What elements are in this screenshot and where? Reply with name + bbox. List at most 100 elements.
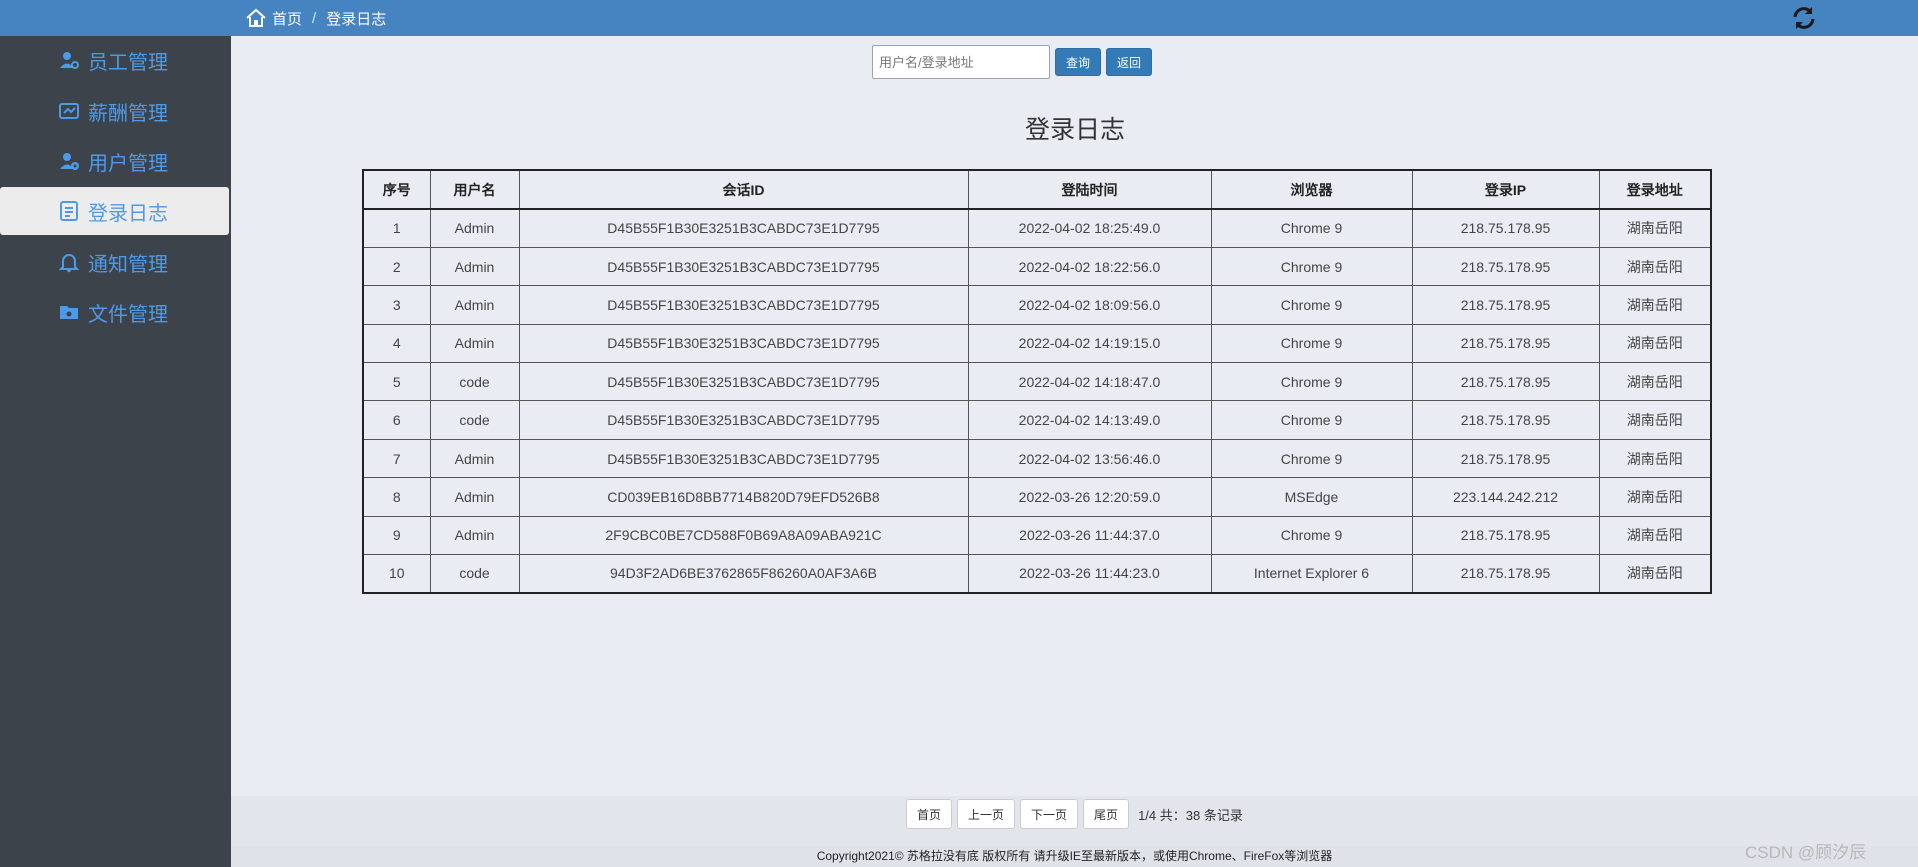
table-cell: Chrome 9 <box>1210 285 1413 325</box>
table-cell: Admin <box>429 438 520 479</box>
table-cell: Chrome 9 <box>1210 515 1413 556</box>
table-cell: 218.75.178.95 <box>1411 400 1600 440</box>
watermark: CSDN @顾汐辰 <box>1745 843 1867 862</box>
next-page-button[interactable]: 下一页 <box>1020 799 1079 829</box>
home-icon[interactable] <box>245 8 267 28</box>
refresh-icon[interactable] <box>1790 4 1818 32</box>
table-cell: 湖南岳阳 <box>1598 362 1712 402</box>
table-cell: Admin <box>429 477 520 517</box>
table-cell: 2 <box>362 246 431 287</box>
table-cell: 10 <box>362 554 431 594</box>
table-cell: D45B55F1B30E3251B3CABDC73E1D7795 <box>518 246 969 287</box>
back-button[interactable]: 返回 <box>1106 48 1153 76</box>
table-cell: Chrome 9 <box>1210 323 1413 364</box>
sidebar-item-employee[interactable]: 员工管理 <box>0 36 229 84</box>
pagination: 首页 上一页 下一页 尾页 1/4 共：38 条记录 <box>906 799 1243 829</box>
sidebar-item-label: 薪酬管理 <box>88 102 168 125</box>
table-row: 4 Admin D45B55F1B30E3251B3CABDC73E1D7795 20… <box>362 323 1712 364</box>
table-cell: code <box>429 554 520 594</box>
table-header-row: 序号 用户名 会话ID 登陆时间 浏览器 登录IP 登录地址 <box>362 169 1712 210</box>
table-cell: 218.75.178.95 <box>1411 285 1600 325</box>
sidebar-item-label: 登录日志 <box>88 202 168 225</box>
table-row: 3 Admin D45B55F1B30E3251B3CABDC73E1D7795 20… <box>362 285 1712 325</box>
user-manage-icon <box>58 150 80 172</box>
table-cell: 218.75.178.95 <box>1411 362 1600 402</box>
column-header: 登录IP <box>1411 169 1600 210</box>
table-cell: 9 <box>362 515 431 556</box>
table-cell: 湖南岳阳 <box>1598 400 1712 440</box>
table-cell: MSEdge <box>1210 477 1413 517</box>
column-header: 序号 <box>362 169 431 210</box>
sidebar-item-label: 通知管理 <box>88 253 168 276</box>
sidebar: 员工管理 薪酬管理 用户管理 登录日志 通知管理 文件管理 <box>0 36 231 867</box>
folder-icon <box>58 301 80 323</box>
table-cell: Internet Explorer 6 <box>1210 554 1413 594</box>
table-row: 10 code 94D3F2AD6BE3762865F86260A0AF3A6B 20… <box>362 554 1712 594</box>
table-cell: 218.75.178.95 <box>1411 208 1600 248</box>
table-row: 6 code D45B55F1B30E3251B3CABDC73E1D7795 202… <box>362 400 1712 440</box>
table-row: 5 code D45B55F1B30E3251B3CABDC73E1D7795 202… <box>362 362 1712 402</box>
table-cell: CD039EB16D8BB7714B820D79EFD526B8 <box>518 477 969 517</box>
table-cell: 湖南岳阳 <box>1598 323 1712 364</box>
table-cell: 2022-03-26 12:20:59.0 <box>967 477 1212 517</box>
table-cell: Admin <box>429 285 520 325</box>
table-cell: 1 <box>362 208 431 248</box>
table-cell: 94D3F2AD6BE3762865F86260A0AF3A6B <box>518 554 969 594</box>
table-cell: Admin <box>429 323 520 364</box>
breadcrumb-home-link[interactable]: 首页 <box>272 8 302 29</box>
table-cell: 5 <box>362 362 431 402</box>
sidebar-item-salary[interactable]: 薪酬管理 <box>0 87 229 135</box>
table-cell: 2022-04-02 18:25:49.0 <box>967 208 1212 248</box>
sidebar-item-notice[interactable]: 通知管理 <box>0 238 229 286</box>
column-header: 登陆时间 <box>967 169 1212 210</box>
table-cell: 218.75.178.95 <box>1411 323 1600 364</box>
table-cell: Chrome 9 <box>1210 362 1413 402</box>
last-page-button[interactable]: 尾页 <box>1083 799 1130 829</box>
log-icon <box>58 200 80 222</box>
table-cell: 2022-04-02 18:22:56.0 <box>967 246 1212 287</box>
bell-icon <box>58 251 80 273</box>
table-cell: 2022-03-26 11:44:37.0 <box>967 515 1212 556</box>
table-row: 9 Admin 2F9CBC0BE7CD588F0B69A8A09ABA921C 20… <box>362 515 1712 556</box>
table-cell: D45B55F1B30E3251B3CABDC73E1D7795 <box>518 323 969 364</box>
first-page-button[interactable]: 首页 <box>906 799 953 829</box>
table-cell: code <box>429 400 520 440</box>
table-cell: 2022-03-26 11:44:23.0 <box>967 554 1212 594</box>
table-cell: 2022-04-02 13:56:46.0 <box>967 438 1212 479</box>
table-cell: 湖南岳阳 <box>1598 285 1712 325</box>
table-cell: 8 <box>362 477 431 517</box>
query-button[interactable]: 查询 <box>1055 48 1102 76</box>
table-cell: D45B55F1B30E3251B3CABDC73E1D7795 <box>518 208 969 248</box>
table-row: 2 Admin D45B55F1B30E3251B3CABDC73E1D7795 20… <box>362 246 1712 287</box>
search-input[interactable] <box>872 45 1050 79</box>
table-cell: Admin <box>429 246 520 287</box>
table-cell: 2022-04-02 14:19:15.0 <box>967 323 1212 364</box>
table-cell: 4 <box>362 323 431 364</box>
sidebar-item-login-log[interactable]: 登录日志 <box>0 187 229 235</box>
table-cell: 湖南岳阳 <box>1598 246 1712 287</box>
table-cell: 湖南岳阳 <box>1598 477 1712 517</box>
table-cell: D45B55F1B30E3251B3CABDC73E1D7795 <box>518 285 969 325</box>
table-cell: 2022-04-02 18:09:56.0 <box>967 285 1212 325</box>
table-cell: 6 <box>362 400 431 440</box>
table-cell: Chrome 9 <box>1210 246 1413 287</box>
sidebar-item-user-manage[interactable]: 用户管理 <box>0 137 229 185</box>
table-cell: 2F9CBC0BE7CD588F0B69A8A09ABA921C <box>518 515 969 556</box>
login-log-table: 序号 用户名 会话ID 登陆时间 浏览器 登录IP 登录地址 1 Admin D45… <box>362 169 1712 594</box>
table-cell: code <box>429 362 520 402</box>
prev-page-button[interactable]: 上一页 <box>957 799 1016 829</box>
sidebar-item-file[interactable]: 文件管理 <box>0 288 229 336</box>
sidebar-item-label: 员工管理 <box>88 51 168 74</box>
table-cell: 218.75.178.95 <box>1411 438 1600 479</box>
column-header: 登录地址 <box>1598 169 1712 210</box>
table-cell: 7 <box>362 438 431 479</box>
table-cell: D45B55F1B30E3251B3CABDC73E1D7795 <box>518 438 969 479</box>
table-cell: 湖南岳阳 <box>1598 438 1712 479</box>
footer-copyright: Copyright2021© 苏格拉没有底 版权所有 请升级IE至最新版本，或使… <box>231 846 1918 867</box>
table-cell: Admin <box>429 515 520 556</box>
table-cell: 218.75.178.95 <box>1411 515 1600 556</box>
table-cell: D45B55F1B30E3251B3CABDC73E1D7795 <box>518 362 969 402</box>
table-cell: D45B55F1B30E3251B3CABDC73E1D7795 <box>518 400 969 440</box>
column-header: 浏览器 <box>1210 169 1413 210</box>
column-header: 会话ID <box>518 169 969 210</box>
